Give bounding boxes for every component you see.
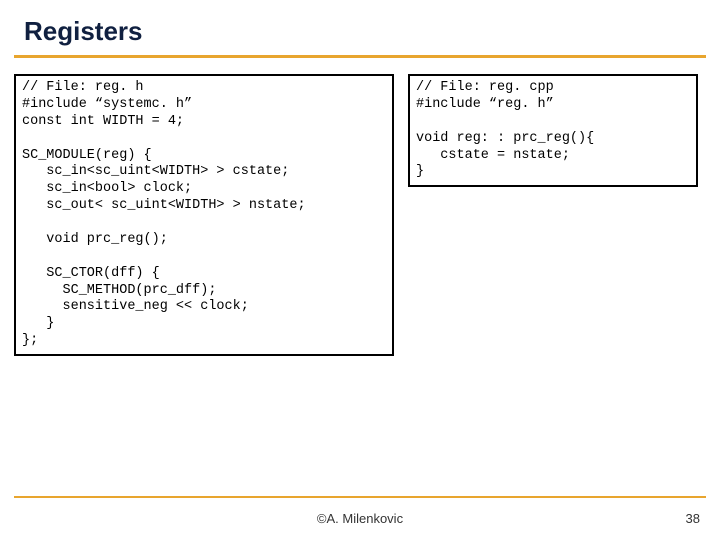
footer-divider xyxy=(14,496,706,498)
title-divider xyxy=(14,55,706,58)
code-block-left: // File: reg. h #include “systemc. h” co… xyxy=(14,74,394,356)
page-title: Registers xyxy=(0,0,720,55)
footer-page-number: 38 xyxy=(686,511,700,526)
footer-author: ©A. Milenkovic xyxy=(0,511,720,526)
code-block-right: // File: reg. cpp #include “reg. h” void… xyxy=(408,74,698,187)
